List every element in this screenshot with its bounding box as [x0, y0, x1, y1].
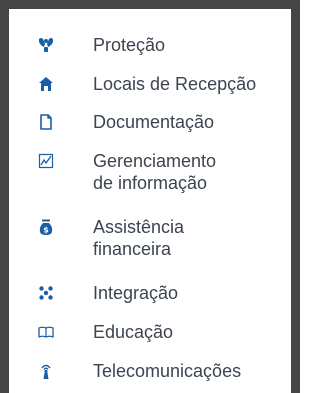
money-bag-icon: $ — [39, 219, 53, 235]
menu-item-label: Educação — [93, 322, 174, 342]
house-icon — [39, 77, 53, 91]
menu-item-label: Proteção — [93, 35, 166, 55]
protection-icon — [39, 38, 53, 52]
telecom-icon — [41, 364, 51, 379]
open-book-icon — [38, 326, 54, 338]
network-dots-icon — [39, 286, 53, 300]
menu-item-label: Assistência financeira — [93, 217, 185, 259]
menu-item-label: Telecomunicações — [93, 361, 242, 381]
menu-panel: Proteção Locais de Recepção Documentação — [0, 0, 300, 393]
line-chart-icon — [38, 153, 54, 169]
document-icon — [40, 114, 52, 130]
menu-item-label: Locais de Recepção — [93, 74, 257, 94]
menu-item-label: Integração — [93, 283, 179, 303]
menu-item-label: Documentação — [93, 112, 215, 132]
svg-text:$: $ — [43, 226, 49, 235]
menu-item-label: Gerenciamento de informação — [93, 151, 217, 193]
